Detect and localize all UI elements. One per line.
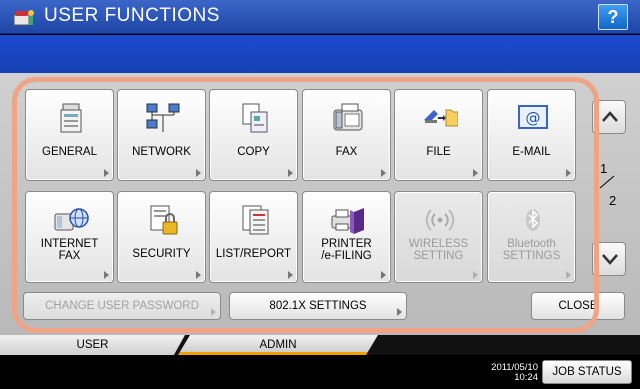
arrow-icon [473,271,478,279]
button-label: 802.1X SETTINGS [269,300,367,312]
copy-label: COPY [237,146,270,158]
internet-fax-button[interactable]: INTERNET FAX [25,191,114,283]
bluetooth-settings-button[interactable]: Bluetooth SETTINGS [487,191,576,283]
general-label: GENERAL [42,146,97,158]
copy-icon [242,103,268,133]
label-line1: PRINTER [321,238,372,250]
general-button[interactable]: GENERAL [25,89,114,181]
tab-admin[interactable]: ADMIN [178,335,378,355]
security-lock-icon [150,205,178,235]
network-button[interactable]: NETWORK [117,89,206,181]
arrow-icon [104,169,109,177]
file-label: FILE [426,146,451,158]
wireless-setting-button[interactable]: WIRELESS SETTING [394,191,483,283]
email-icon: @ [518,105,548,129]
list-report-button[interactable]: LIST/REPORT [209,191,298,283]
file-button[interactable]: FILE [394,89,483,181]
arrow-icon [211,308,216,316]
internet-fax-label: INTERNET FAX [28,238,111,262]
security-button[interactable]: SECURITY [117,191,206,283]
arrow-icon [381,271,386,279]
label-line1: Bluetooth [507,238,556,250]
time-text: 10:24 [514,372,538,383]
label-line1: INTERNET [40,238,99,250]
network-label: NETWORK [132,146,191,158]
printer-efiling-button[interactable]: PRINTER /e-FILING [302,191,391,283]
page-indicator: 1 2 [596,155,620,215]
tab-user[interactable]: USER [0,335,185,355]
page-divider [599,175,615,189]
printer-efiling-label: PRINTER /e-FILING [305,238,388,262]
total-pages: 2 [609,193,617,208]
fax-icon [333,103,363,131]
current-page: 1 [600,161,608,176]
scroll-up-button[interactable] [592,100,626,134]
header-band [0,35,640,73]
arrow-icon [381,169,386,177]
arrow-icon [397,308,402,316]
fax-button[interactable]: FAX [302,89,391,181]
email-button[interactable]: @ E-MAIL [487,89,576,181]
change-user-password-button[interactable]: CHANGE USER PASSWORD [23,292,221,320]
label-line1: WIRELESS [408,238,469,250]
copy-button[interactable]: COPY [209,89,298,181]
button-label: CHANGE USER PASSWORD [45,300,199,312]
scan-to-folder-icon [424,109,458,127]
internet-fax-icon [54,208,89,231]
arrow-icon [566,169,571,177]
arrow-icon [566,271,571,279]
network-icon [146,103,180,132]
security-label: SECURITY [132,248,191,260]
mode-tab-bar: USER ADMIN [0,335,640,355]
wireless-icon [425,209,455,231]
label-line2: SETTING [413,250,464,262]
label-line2: SETTINGS [502,250,561,262]
status-bar: 2011/05/10 10:24 JOB STATUS [0,355,640,389]
label-line2: /e-FILING [321,250,372,262]
fax-label: FAX [335,146,358,158]
label-line2: FAX [58,250,81,262]
bluetooth-settings-label: Bluetooth SETTINGS [490,238,573,262]
scroll-down-button[interactable] [592,242,626,276]
printer-efiling-icon [331,208,364,234]
email-label: E-MAIL [512,146,551,158]
dot1x-settings-button[interactable]: 802.1X SETTINGS [229,292,407,320]
svg-text:@: @ [526,109,541,127]
bluetooth-icon [526,209,540,231]
page-title: USER FUNCTIONS [44,5,220,26]
arrow-icon [196,169,201,177]
chevron-down-icon [602,254,618,265]
list-report-icon [242,205,269,235]
date-time: 2011/05/10 10:24 [491,363,538,383]
button-label: CLOSE [558,300,598,312]
arrow-icon [288,271,293,279]
help-button[interactable]: ? [598,4,628,30]
arrow-icon [196,271,201,279]
copier-icon [60,103,82,133]
arrow-icon [288,169,293,177]
list-report-label: LIST/REPORT [215,248,292,260]
close-button[interactable]: CLOSE [531,292,625,320]
user-functions-icon [13,10,34,26]
job-status-button[interactable]: JOB STATUS [542,360,632,384]
title-bar: USER FUNCTIONS ? [0,0,640,34]
arrow-icon [473,169,478,177]
arrow-icon [104,271,109,279]
chevron-up-icon [602,111,618,122]
wireless-setting-label: WIRELESS SETTING [397,238,480,262]
